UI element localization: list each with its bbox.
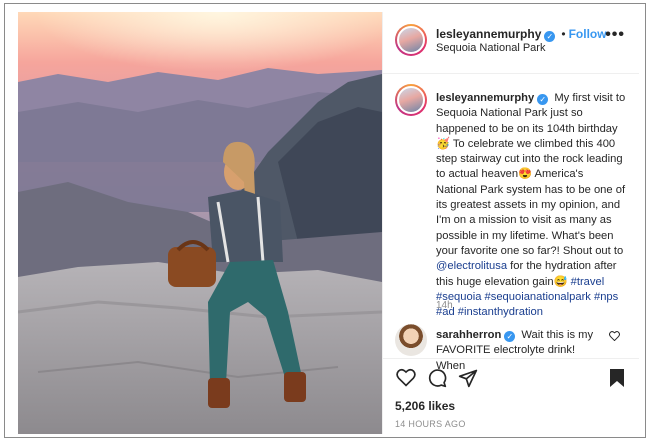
verified-badge-icon: ✓ — [537, 94, 549, 105]
more-options-icon[interactable]: ••• — [605, 26, 625, 44]
author-username[interactable]: lesleyannemurphy — [436, 27, 541, 41]
verified-badge-icon: ✓ — [544, 31, 556, 42]
header-line: lesleyannemurphy ✓ • Follow — [436, 27, 607, 42]
bookmark-icon[interactable] — [609, 368, 625, 388]
location-link[interactable]: Sequoia National Park — [436, 42, 545, 54]
post-age: 14 HOURS AGO — [395, 419, 466, 429]
comment-heart-icon[interactable] — [609, 331, 620, 341]
post-side-panel: lesleyannemurphy ✓ • Follow Sequoia Nationa… — [382, 12, 639, 434]
action-bar: 5,206 likes 14 HOURS AGO — [383, 358, 639, 434]
follow-button[interactable]: Follow — [569, 27, 607, 41]
caption-timestamp: 14h — [436, 300, 453, 311]
post-caption: lesleyannemurphy ✓ My first visit to Sequ… — [436, 91, 626, 320]
post-header: lesleyannemurphy ✓ • Follow Sequoia Nationa… — [383, 12, 639, 74]
separator: • — [561, 27, 566, 41]
mention-link[interactable]: @electrolitusa — [436, 260, 507, 272]
verified-badge-icon: ✓ — [504, 331, 516, 342]
commenter-avatar[interactable] — [395, 324, 427, 356]
caption-text: My first visit to Sequoia National Park … — [436, 92, 626, 257]
heart-icon[interactable] — [396, 368, 416, 387]
commenter-username[interactable]: sarahherron — [436, 329, 501, 341]
post-photo[interactable] — [18, 12, 382, 434]
hiker-on-rock-photo — [18, 12, 382, 434]
caption-avatar[interactable] — [395, 84, 427, 116]
caption-username[interactable]: lesleyannemurphy — [436, 92, 534, 104]
author-avatar[interactable] — [395, 24, 427, 56]
likes-count[interactable]: 5,206 likes — [395, 399, 455, 413]
comment-icon[interactable] — [427, 368, 447, 388]
instagram-post: lesleyannemurphy ✓ • Follow Sequoia Nationa… — [4, 3, 646, 438]
send-icon[interactable] — [458, 368, 478, 388]
